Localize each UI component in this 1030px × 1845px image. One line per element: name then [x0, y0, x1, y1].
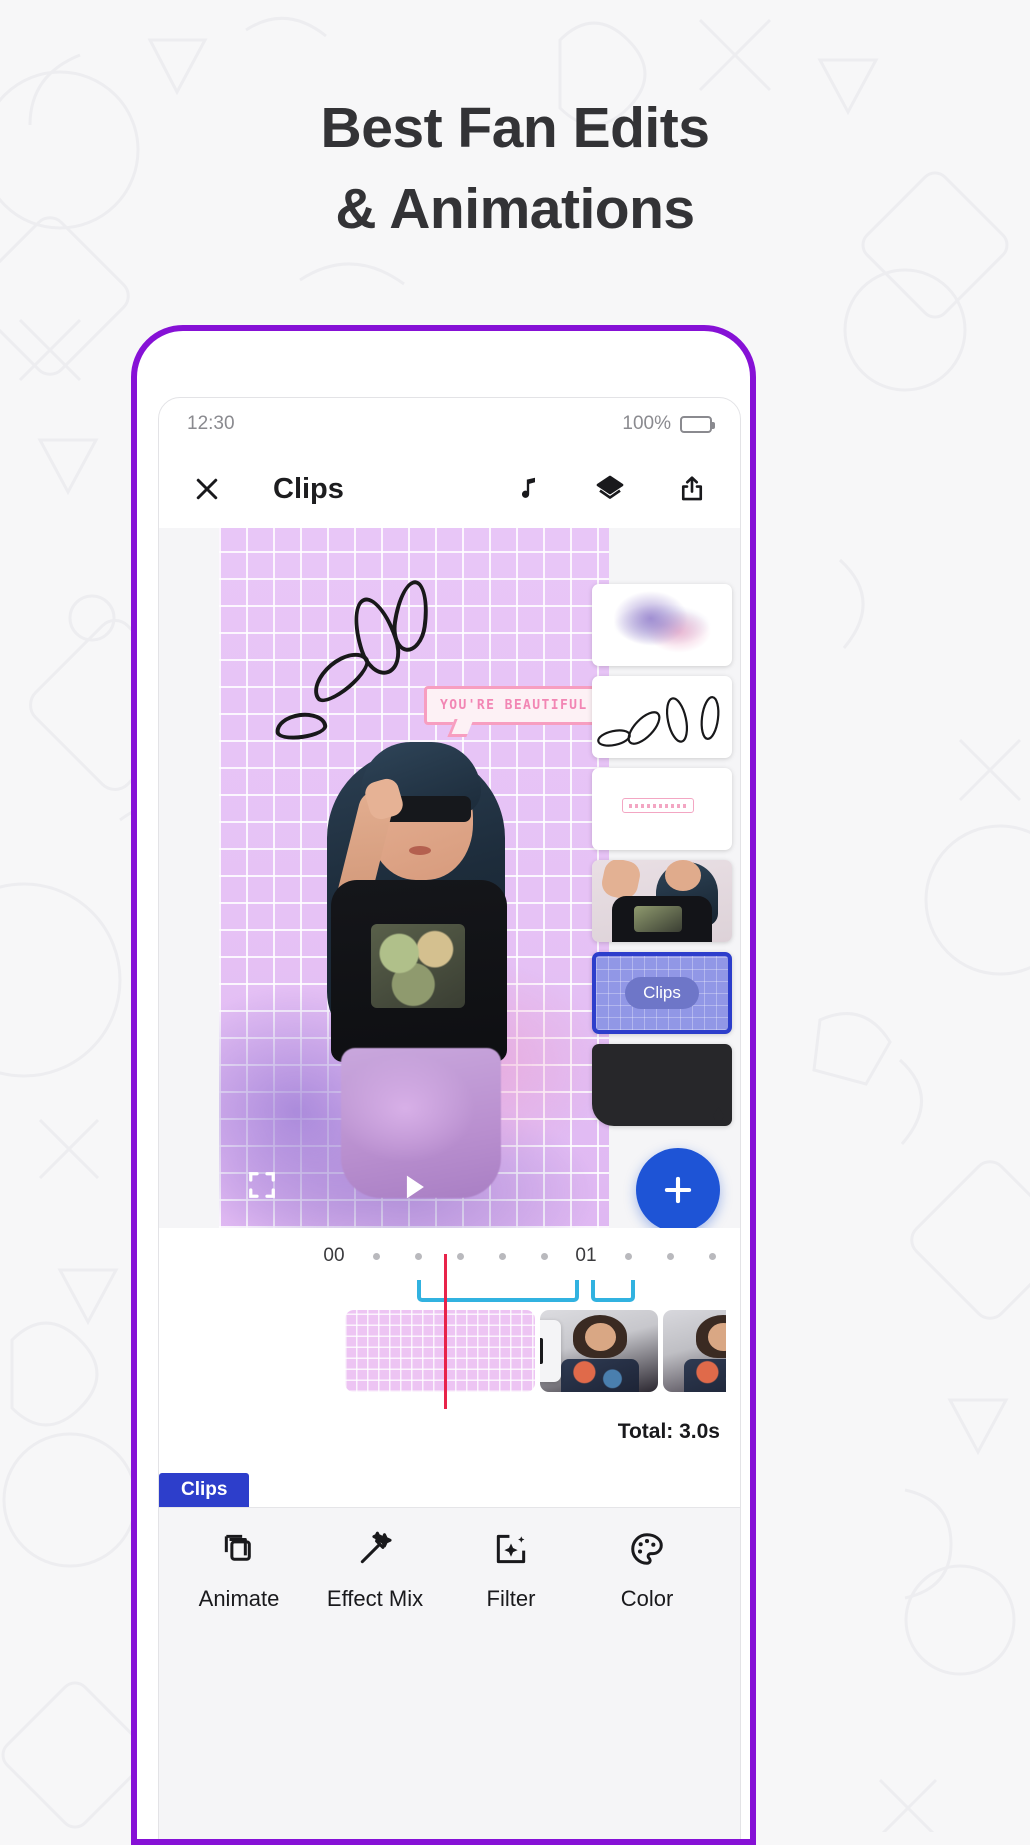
tool-animate[interactable]: Animate	[173, 1530, 305, 1612]
layer-thumb-galaxy[interactable]	[592, 584, 732, 666]
ruler-tick	[607, 1252, 649, 1260]
ruler-label: 01	[575, 1245, 597, 1266]
close-icon[interactable]	[185, 467, 229, 511]
tool-label: Animate	[198, 1586, 280, 1611]
tool-filter[interactable]: Filter	[445, 1530, 577, 1612]
headline-line-1: Best Fan Edits	[320, 96, 710, 160]
timeline-clip-track[interactable]	[173, 1310, 726, 1392]
share-icon[interactable]	[670, 467, 714, 511]
ruler-tick	[691, 1252, 733, 1260]
selection-bracket-right[interactable]	[591, 1280, 635, 1302]
speech-bubble[interactable]: YOU'RE BEAUTIFUL	[424, 686, 604, 725]
timeline-clip[interactable]	[540, 1310, 658, 1392]
tool-label: Filter	[486, 1586, 536, 1611]
ruler-tick	[355, 1252, 397, 1260]
battery-percent-label: 100%	[622, 413, 671, 434]
status-bar: 12:30 100%	[159, 398, 740, 450]
tab-clips[interactable]: Clips	[159, 1473, 250, 1507]
play-icon[interactable]	[397, 1170, 431, 1204]
phone-mockup-frame: 12:30 100% Clips YOU'RE BEAUTIFUL Clips …	[131, 325, 756, 1845]
timeline-section: 00 01 02	[159, 1228, 740, 1473]
brush-petal	[389, 577, 433, 655]
figure-lips	[409, 846, 431, 855]
timeline-clip[interactable]	[345, 1310, 535, 1392]
magic-wand-icon	[356, 1530, 394, 1573]
add-layer-button[interactable]	[636, 1148, 720, 1228]
page-title: Best Fan Edits & Animations	[0, 88, 1030, 250]
ruler-tick	[649, 1252, 691, 1260]
editor-area: YOU'RE BEAUTIFUL Clips	[159, 528, 740, 1228]
layer-thumb-dark[interactable]	[592, 1044, 732, 1126]
layer-thumb-brush-strokes[interactable]	[592, 676, 732, 758]
ruler-tick	[481, 1252, 523, 1260]
tool-effect-mix[interactable]: Effect Mix	[309, 1530, 441, 1612]
layer-thumb-label: Clips	[625, 977, 699, 1009]
timeline-selection-brackets	[173, 1276, 726, 1304]
ruler-tick	[397, 1252, 439, 1260]
total-duration-label: Total: 3.0s	[617, 1420, 720, 1443]
layers-icon[interactable]	[588, 467, 632, 511]
figure-shirt-print	[371, 924, 465, 1008]
filter-sparkle-icon	[492, 1530, 530, 1573]
timeline-ruler-track: 00 01 02	[313, 1245, 740, 1267]
bottom-toolbar: Animate Effect Mix Filter Color	[159, 1507, 740, 1839]
timeline-clip[interactable]	[663, 1310, 726, 1392]
status-bar-time: 12:30	[187, 413, 235, 434]
tool-label: Color	[620, 1586, 674, 1611]
selection-bracket-left[interactable]	[417, 1280, 579, 1302]
brush-petal	[273, 709, 329, 743]
clip-trim-handle[interactable]	[540, 1320, 561, 1382]
copy-layers-icon	[220, 1530, 258, 1573]
layer-thumb-clips-selected[interactable]: Clips	[592, 952, 732, 1034]
headline-line-2: & Animations	[335, 176, 695, 241]
ruler-tick	[733, 1253, 740, 1260]
color-palette-icon	[628, 1530, 666, 1573]
layer-thumb-speech-bubble[interactable]	[592, 768, 732, 850]
battery-full-icon	[680, 415, 715, 433]
timeline-playhead[interactable]	[444, 1254, 447, 1409]
layer-thumb-photo[interactable]	[592, 860, 732, 942]
app-toolbar: Clips	[159, 450, 740, 528]
layers-panel: Clips	[580, 528, 740, 1228]
tool-label: Effect Mix	[326, 1586, 424, 1611]
ruler-label: 00	[323, 1245, 345, 1266]
video-canvas[interactable]: YOU'RE BEAUTIFUL	[219, 528, 609, 1228]
status-bar-right: 100%	[622, 413, 715, 435]
expand-fullscreen-icon[interactable]	[247, 1170, 277, 1200]
toolbar-title: Clips	[273, 472, 344, 505]
timeline-ruler[interactable]: 00 01 02	[173, 1236, 726, 1276]
music-note-icon[interactable]	[506, 467, 550, 511]
ruler-tick	[523, 1252, 565, 1260]
tool-color[interactable]: Color	[581, 1530, 713, 1612]
phone-screen: 12:30 100% Clips YOU'RE BEAUTIFUL Clips …	[158, 397, 741, 1839]
tab-badge-row: Clips	[159, 1473, 740, 1507]
